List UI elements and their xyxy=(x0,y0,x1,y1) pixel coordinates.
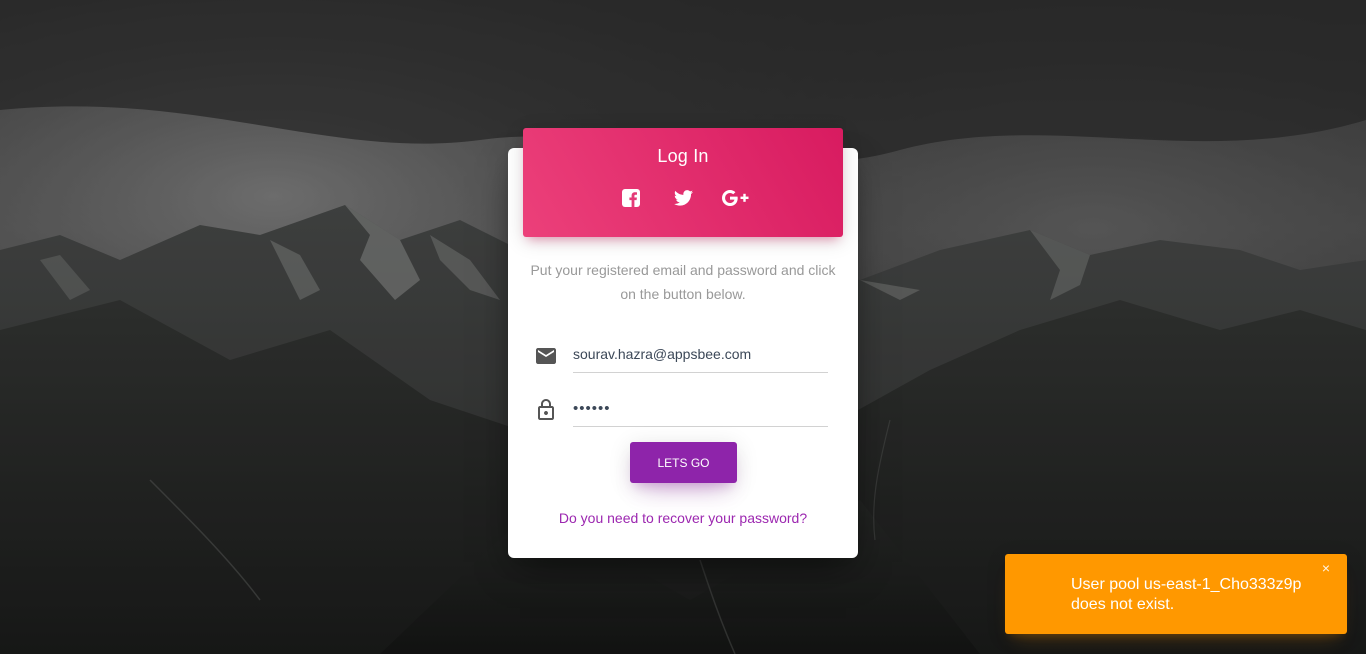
facebook-login-button[interactable] xyxy=(617,186,645,210)
facebook-icon xyxy=(622,189,640,207)
toast-message: User pool us-east-1_Cho333z9p does not e… xyxy=(1071,576,1302,613)
social-login-row xyxy=(523,186,843,210)
google-plus-icon xyxy=(722,190,749,206)
login-card-header: Log In xyxy=(523,128,843,237)
login-description: Put your registered email and password a… xyxy=(530,262,836,302)
password-field[interactable] xyxy=(573,396,828,420)
twitter-icon xyxy=(673,190,693,206)
password-field-underline xyxy=(573,390,828,427)
lock-icon xyxy=(538,399,554,420)
card-title: Log In xyxy=(657,146,709,166)
email-field-underline xyxy=(573,336,828,373)
email-field-group xyxy=(534,336,828,376)
email-icon xyxy=(536,348,556,364)
password-field-group xyxy=(534,390,828,430)
recover-password-link[interactable]: Do you need to recover your password? xyxy=(508,510,858,526)
close-icon[interactable]: × xyxy=(1318,560,1334,576)
twitter-login-button[interactable] xyxy=(669,186,697,210)
google-plus-login-button[interactable] xyxy=(721,186,749,210)
login-card: Log In Put your registered email and pas… xyxy=(508,128,858,558)
email-field[interactable] xyxy=(573,342,828,366)
error-toast: User pool us-east-1_Cho333z9p does not e… xyxy=(1005,554,1347,634)
lets-go-button[interactable]: LETS GO xyxy=(630,442,737,483)
